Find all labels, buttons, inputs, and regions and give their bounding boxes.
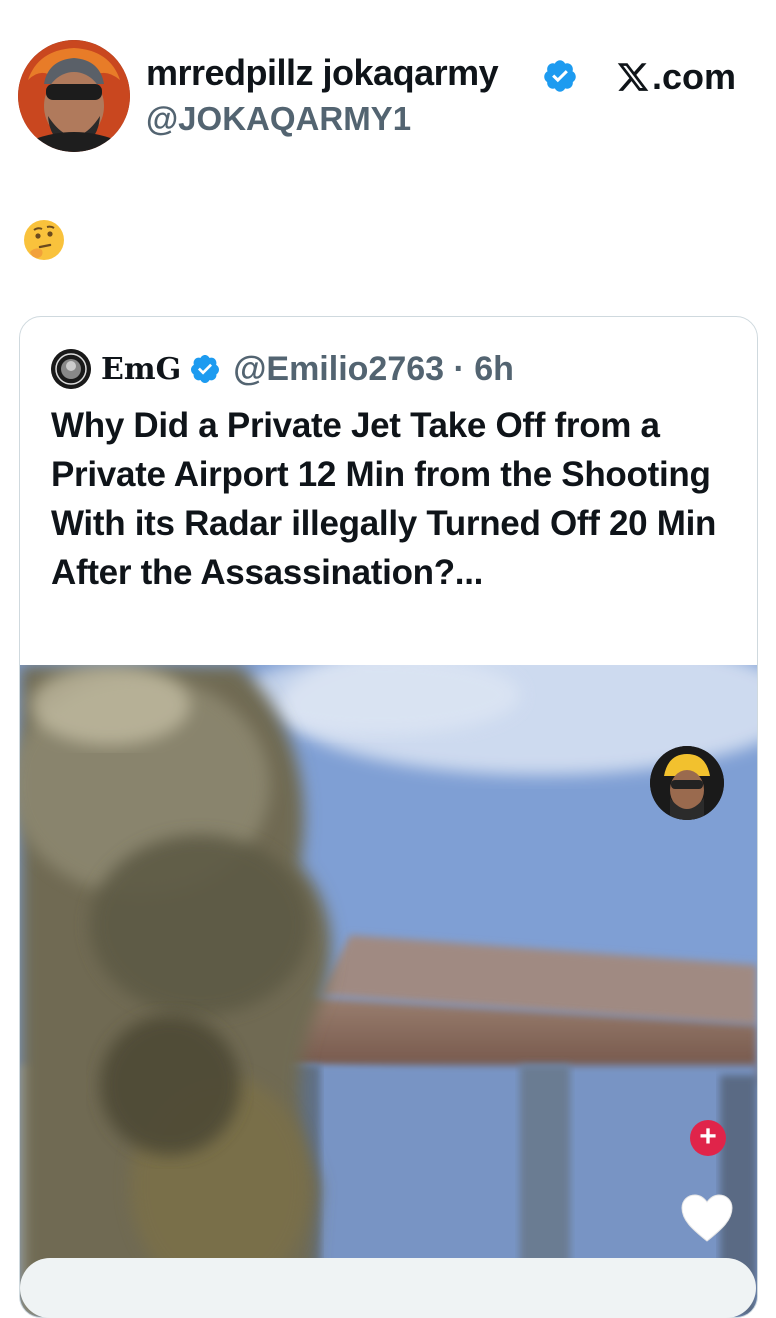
follow-plus-button[interactable]: + (690, 1120, 726, 1156)
author-avatar[interactable] (18, 40, 130, 152)
quoted-post-header: EmG @Emilio2763 · 6h (51, 347, 514, 391)
verified-badge-icon (544, 60, 576, 92)
quoted-post-card[interactable]: EmG @Emilio2763 · 6h Why Did a Private J… (19, 316, 758, 1318)
quoted-video-media[interactable] (20, 665, 757, 1317)
avatar-portrait (18, 40, 130, 152)
post-header: mrredpillz jokaqarmy @JOKAQARMY1 .com (0, 0, 776, 170)
quoted-author-name[interactable]: EmG (101, 352, 181, 387)
quoted-handle-timestamp[interactable]: @Emilio2763 · 6h (233, 350, 514, 389)
creator-avatar-button[interactable] (650, 746, 724, 820)
quoted-avatar-seal (51, 349, 91, 389)
quoted-author-avatar[interactable] (51, 349, 91, 389)
x-logo-icon (617, 63, 649, 91)
quoted-verified-badge-icon (191, 355, 220, 383)
creator-avatar-icon (650, 746, 724, 820)
video-frame (20, 665, 757, 1317)
like-heart-icon[interactable] (680, 1193, 734, 1243)
x-brand: .com (616, 56, 736, 98)
thinking-face-emoji-icon (24, 220, 64, 260)
quoted-post-text: Why Did a Private Jet Take Off from a Pr… (51, 406, 717, 592)
author-display-name[interactable]: mrredpillz jokaqarmy (146, 52, 499, 94)
reply-composer-bar[interactable] (20, 1258, 756, 1318)
brand-domain-suffix: .com (651, 56, 736, 97)
author-handle[interactable]: @JOKAQARMY1 (146, 100, 411, 138)
